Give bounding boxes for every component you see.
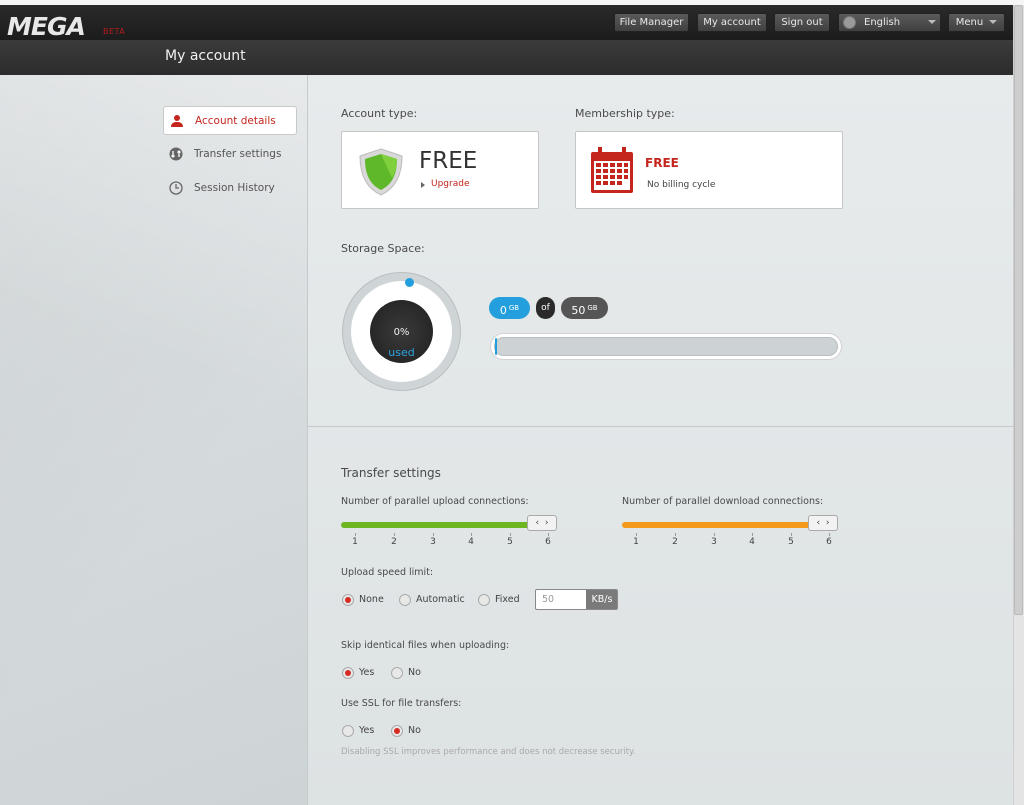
gauge-core: 0% used — [370, 300, 433, 363]
tick-label: 4 — [466, 533, 476, 547]
transfer-icon — [169, 147, 183, 161]
storage-progress-bar — [490, 333, 842, 360]
account-type-label: Account type: — [341, 107, 418, 120]
storage-of-badge: of — [536, 297, 555, 319]
download-connections-slider[interactable]: ‹ › — [622, 515, 838, 531]
tick-label: 5 — [786, 533, 796, 547]
sidebar-item-label: Account details — [195, 115, 276, 127]
sidebar-item-label: Transfer settings — [194, 148, 282, 160]
chevron-down-icon — [928, 20, 937, 24]
chevron-down-icon — [989, 20, 998, 24]
beta-label: BETA — [103, 27, 126, 36]
scrollbar-thumb[interactable] — [1014, 5, 1023, 615]
radio-ssl-no[interactable]: No — [391, 724, 421, 738]
sidebar: Account details Transfer settings Sessio… — [163, 106, 297, 208]
sign-out-button[interactable]: Sign out — [774, 13, 830, 32]
tick-label: 5 — [505, 533, 515, 547]
skip-identical-label: Skip identical files when uploading: — [341, 640, 510, 651]
storage-space-label: Storage Space: — [341, 242, 425, 255]
slider-handle[interactable]: ‹ › — [808, 515, 838, 531]
account-type-value: FREE — [419, 148, 478, 174]
radio-skip-yes[interactable]: Yes — [342, 666, 374, 680]
sidebar-item-session-history[interactable]: Session History — [163, 174, 297, 203]
sidebar-item-label: Session History — [194, 182, 275, 194]
membership-type-card: FREE No billing cycle — [575, 131, 843, 209]
storage-progress-fill — [495, 338, 498, 355]
calendar-icon — [591, 147, 633, 193]
storage-used-badge: 0 GB — [489, 297, 530, 319]
tick-label: 2 — [670, 533, 680, 547]
account-type-card: FREE Upgrade — [341, 131, 539, 209]
tick-label: 1 — [350, 533, 360, 547]
download-connections-label: Number of parallel download connections: — [622, 496, 824, 507]
menu-button[interactable]: Menu — [948, 13, 1005, 32]
upload-connections-label: Number of parallel upload connections: — [341, 496, 529, 507]
user-icon — [171, 115, 183, 127]
upload-speed-label: Upload speed limit: — [341, 567, 434, 578]
globe-icon — [843, 16, 856, 29]
slider-handle[interactable]: ‹ › — [527, 515, 557, 531]
storage-used-unit: GB — [508, 304, 520, 312]
download-ticks: 1 2 3 4 5 6 — [622, 533, 842, 549]
tick-label: 2 — [389, 533, 399, 547]
storage-total-badge: 50 GB — [561, 297, 608, 319]
upgrade-link[interactable]: Upgrade — [431, 179, 469, 189]
speed-unit-label: KB/s — [586, 590, 617, 609]
tick-label: 3 — [428, 533, 438, 547]
radio-speed-fixed[interactable]: Fixed — [478, 593, 520, 607]
storage-usage-gauge: 0% used — [342, 272, 461, 391]
mega-logo[interactable]: MEGA — [7, 12, 86, 41]
membership-type-value: FREE — [645, 156, 679, 170]
radio-skip-no[interactable]: No — [391, 666, 421, 680]
my-account-button[interactable]: My account — [697, 13, 767, 32]
storage-progress-track — [494, 337, 838, 356]
section-divider — [307, 426, 1013, 427]
page-title: My account — [165, 48, 246, 64]
membership-type-label: Membership type: — [575, 107, 675, 120]
speed-limit-value: 50 — [542, 594, 555, 605]
language-select[interactable]: English — [838, 13, 941, 32]
billing-cycle-text: No billing cycle — [647, 180, 716, 190]
upload-connections-slider[interactable]: ‹ › — [341, 515, 557, 531]
clock-icon — [169, 181, 183, 195]
ssl-note: Disabling SSL improves performance and d… — [341, 747, 636, 757]
shield-icon — [359, 148, 403, 196]
storage-used-value: 0 — [499, 304, 507, 317]
storage-percent: 0% — [393, 327, 410, 338]
tick-label: 4 — [747, 533, 757, 547]
tick-label: 3 — [709, 533, 719, 547]
language-label: English — [864, 17, 901, 28]
speed-limit-input[interactable]: 50 KB/s — [535, 589, 618, 610]
tick-label: 6 — [543, 533, 553, 547]
upload-ticks: 1 2 3 4 5 6 — [341, 533, 561, 549]
radio-speed-automatic[interactable]: Automatic — [399, 593, 465, 607]
caret-right-icon — [421, 182, 425, 188]
sidebar-item-account-details[interactable]: Account details — [163, 106, 297, 135]
storage-used-label: used — [388, 346, 415, 359]
top-bar: MEGA BETA File Manager My account Sign o… — [0, 5, 1013, 41]
radio-ssl-yes[interactable]: Yes — [342, 724, 374, 738]
file-manager-button[interactable]: File Manager — [614, 13, 689, 32]
gauge-indicator-dot — [405, 278, 414, 287]
gauge-ring: 0% used — [351, 278, 452, 382]
tick-label: 1 — [631, 533, 641, 547]
ssl-label: Use SSL for file transfers: — [341, 698, 462, 709]
sidebar-item-transfer-settings[interactable]: Transfer settings — [163, 140, 297, 169]
storage-total-unit: GB — [587, 304, 598, 312]
storage-total-value: 50 — [571, 304, 586, 317]
tick-label: 6 — [824, 533, 834, 547]
transfer-settings-title: Transfer settings — [341, 466, 441, 480]
page-header: My account — [0, 40, 1013, 75]
radio-speed-none[interactable]: None — [342, 593, 384, 607]
menu-label: Menu — [955, 17, 984, 28]
